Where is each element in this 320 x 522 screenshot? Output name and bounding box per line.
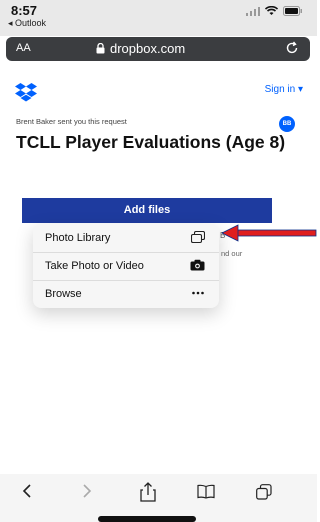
photo-library-icon [191,231,205,244]
back-icon[interactable] [20,482,34,500]
back-to-app-link[interactable]: ◂ Outlook [8,18,46,29]
page-title: TCLL Player Evaluations (Age 8) [16,132,286,152]
status-bar: 8:57 ◂ Outlook [0,0,317,36]
battery-icon [283,6,302,16]
bookmarks-icon[interactable] [197,484,215,499]
avatar: BB [279,116,295,132]
menu-item-photo-library[interactable]: Photo Library [33,224,219,252]
status-time: 8:57 [11,3,38,18]
more-icon [192,291,204,295]
add-files-button[interactable]: Add files [22,198,272,223]
obscured-text-fragment: nd our [221,249,243,258]
menu-item-browse[interactable]: Browse [33,280,219,308]
home-indicator[interactable] [98,516,196,522]
sign-in-link[interactable]: Sign in ▾ [265,84,303,95]
url-bar[interactable]: AA dropbox.com [6,37,310,61]
wifi-icon [265,6,278,15]
upload-source-menu: Photo Library Take Photo or Video Browse [33,224,219,308]
menu-item-take-photo[interactable]: Take Photo or Video [33,252,219,280]
domain-label: dropbox.com [110,41,186,56]
tabs-icon[interactable] [256,484,272,500]
annotation-arrow-icon [222,224,317,242]
browser-toolbar [0,474,317,522]
share-icon[interactable] [140,482,156,502]
text-size-button[interactable]: AA [16,42,31,54]
lock-icon [96,43,105,54]
signal-icon [246,6,260,16]
dropbox-logo-icon[interactable] [15,83,37,102]
forward-icon[interactable] [80,482,94,500]
menu-item-label: Browse [45,288,82,300]
menu-item-label: Photo Library [45,232,111,244]
reload-icon[interactable] [284,40,300,56]
address-field[interactable]: dropbox.com [96,41,185,56]
menu-item-label: Take Photo or Video [45,260,144,272]
sender-note: Brent Baker sent you this request [16,117,127,126]
status-icons [246,6,303,16]
web-page: Sign in ▾ Brent Baker sent you this requ… [0,62,317,462]
camera-icon [190,259,205,271]
